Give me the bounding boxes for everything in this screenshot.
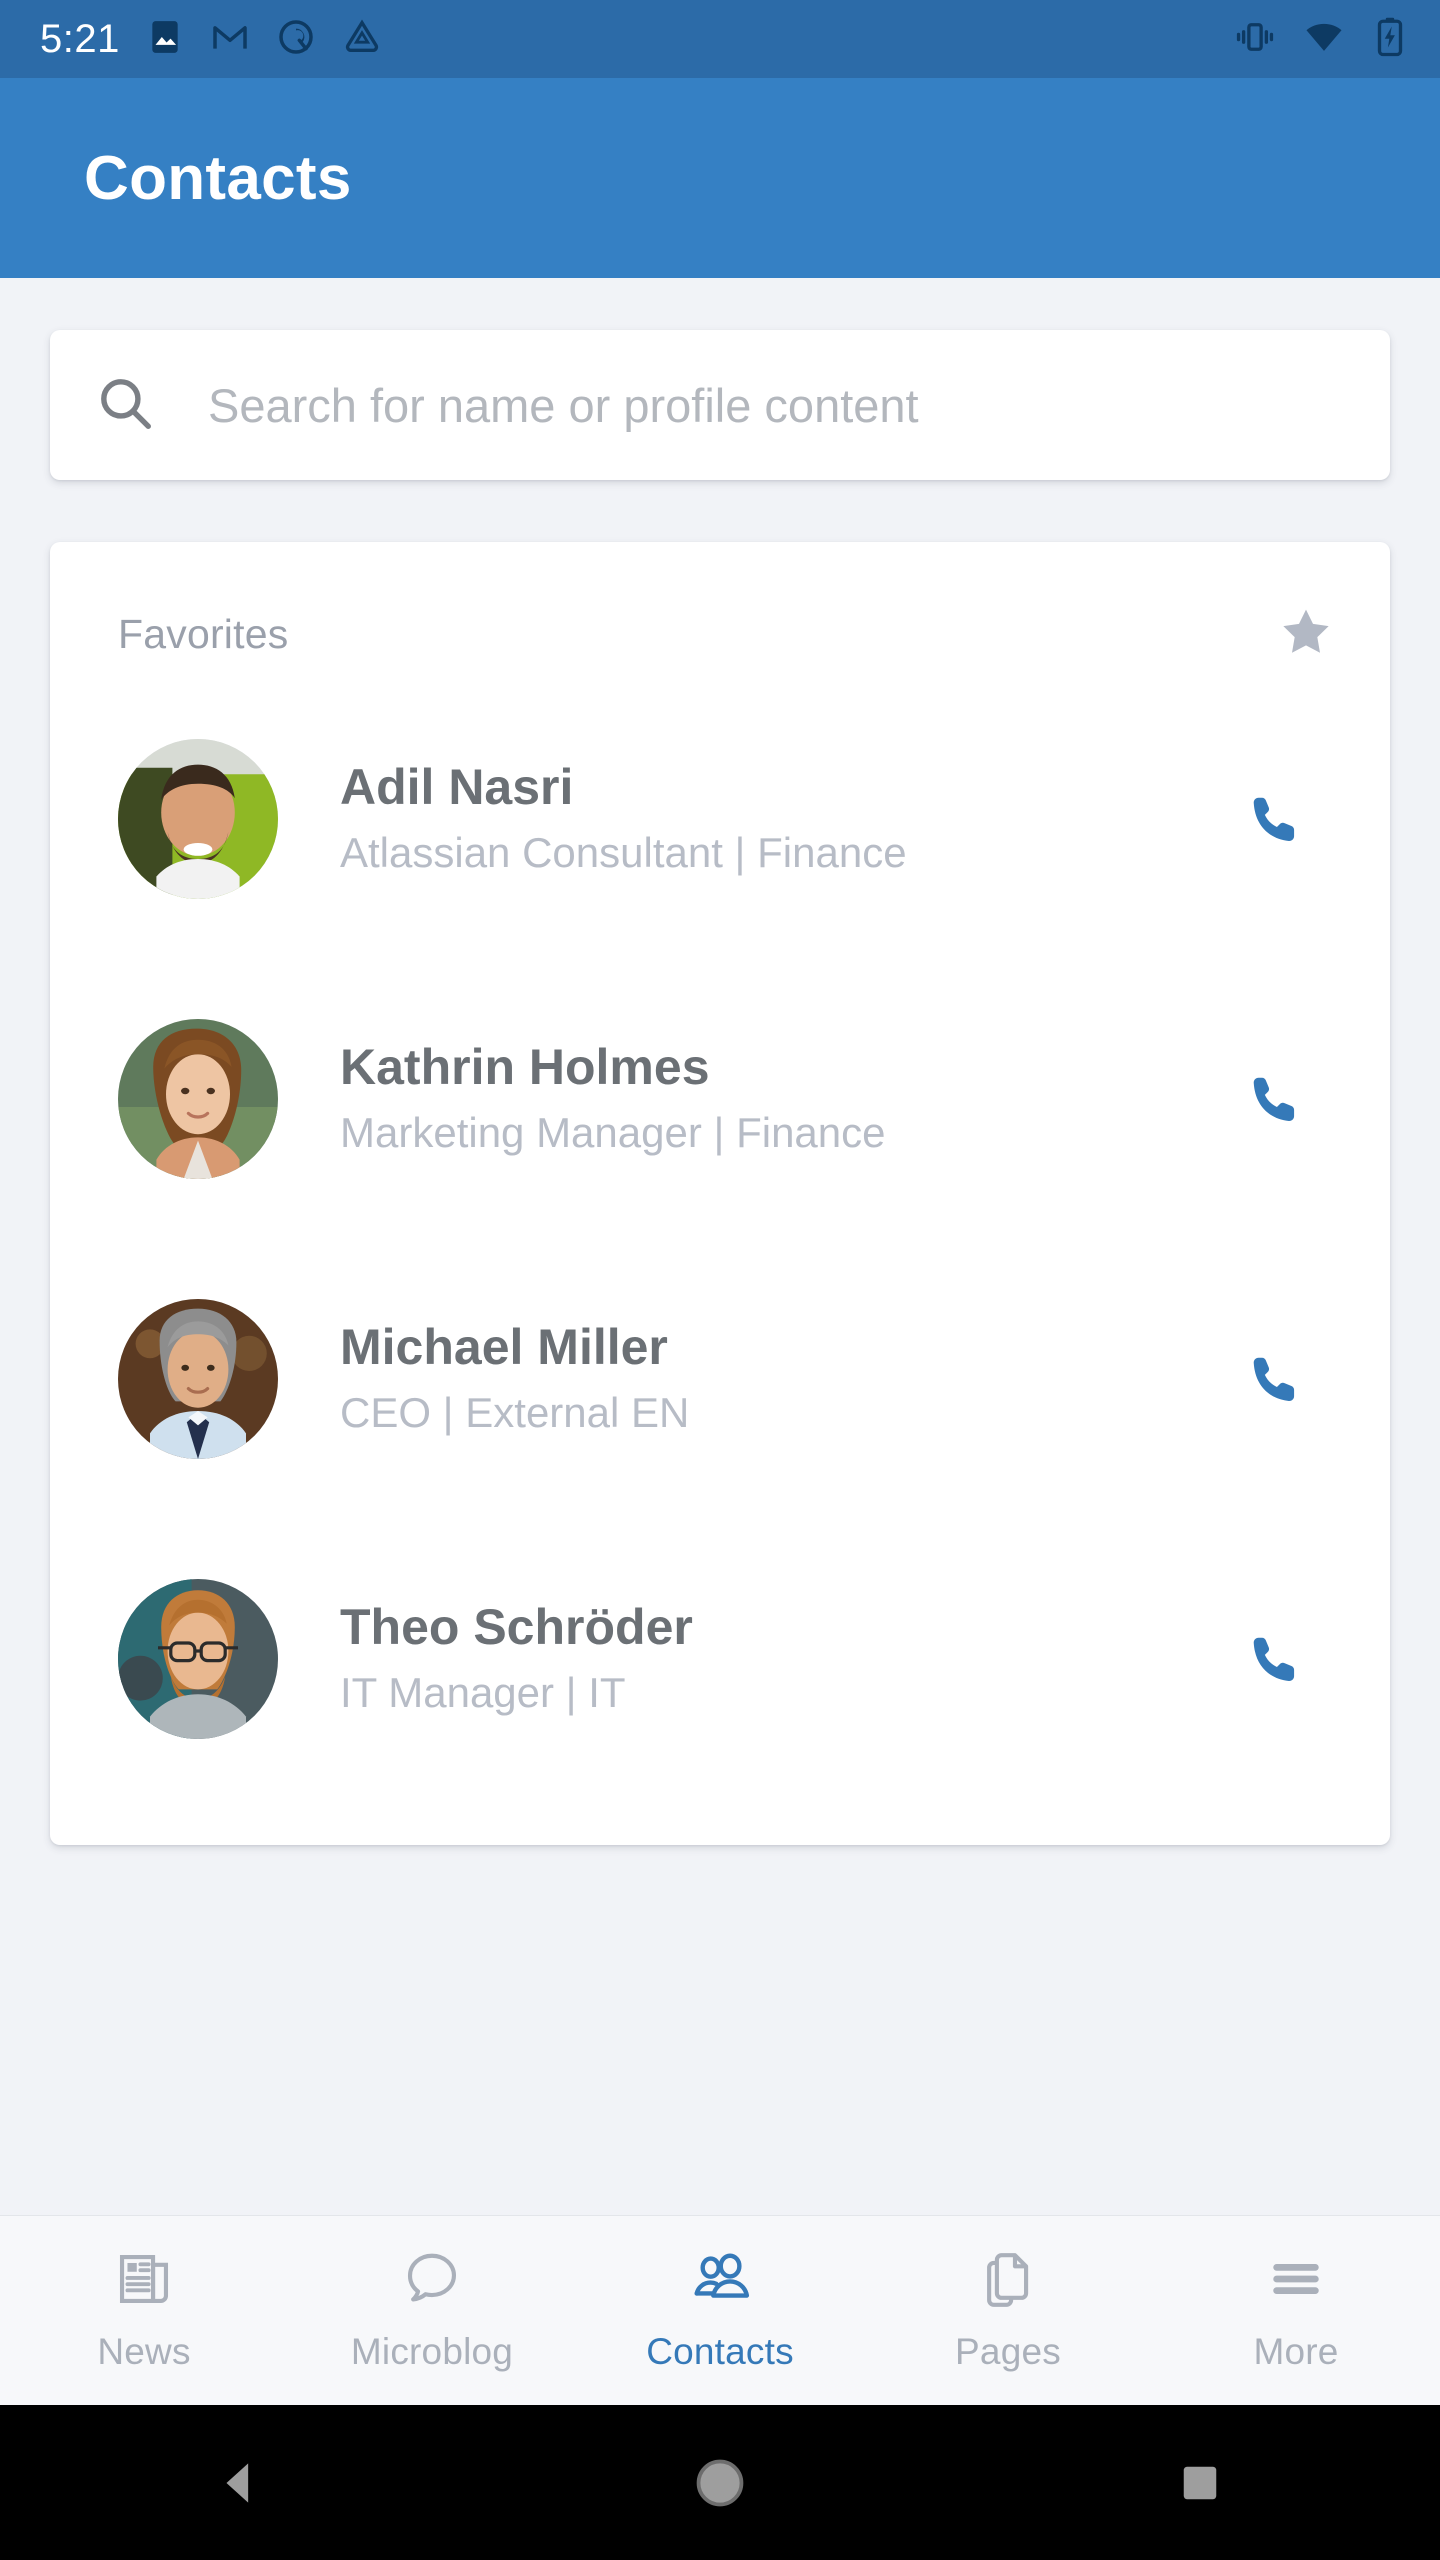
tab-more-label: More	[1253, 2331, 1339, 2372]
newspaper-icon	[113, 2248, 175, 2315]
tab-more[interactable]: More	[1152, 2248, 1440, 2373]
contact-subtitle: Marketing Manager | Finance	[340, 1108, 886, 1156]
phone-icon[interactable]	[1220, 1350, 1330, 1408]
tab-news[interactable]: News	[0, 2248, 288, 2373]
tab-contacts-label: Contacts	[646, 2331, 794, 2372]
contact-subtitle: IT Manager | IT	[340, 1668, 626, 1716]
table-row[interactable]: Kathrin Holmes Marketing Manager | Finan…	[50, 959, 1390, 1239]
search-input[interactable]	[208, 377, 1346, 433]
tab-pages-label: Pages	[955, 2331, 1061, 2372]
main-content: Favorites	[0, 278, 1440, 2215]
phone-icon[interactable]	[1220, 1630, 1330, 1688]
avatar	[118, 1579, 278, 1739]
image-icon	[146, 18, 184, 61]
contact-name: Theo Schröder	[340, 1598, 693, 1655]
contact-list: Adil Nasri Atlassian Consultant | Financ…	[50, 665, 1390, 1799]
favorites-card: Favorites Adil Nasri Atlassian Consultan…	[50, 542, 1390, 1845]
home-icon[interactable]	[480, 2455, 960, 2511]
bottom-navigation: News Microblog Contacts Pages More	[0, 2215, 1440, 2405]
search-bar[interactable]	[50, 330, 1390, 480]
favorites-title: Favorites	[118, 611, 289, 657]
avatar	[118, 1299, 278, 1459]
status-bar: 5:21	[0, 0, 1440, 78]
gmail-icon	[210, 17, 250, 62]
phone-screen: 5:21 Contacts Search for name or profile…	[0, 0, 1440, 2560]
vibrate-icon	[1234, 16, 1276, 63]
favorites-header: Favorites	[50, 542, 1390, 665]
page-title: Contacts	[84, 143, 352, 213]
status-time: 5:21	[40, 17, 120, 61]
table-row[interactable]: Theo Schröder IT Manager | IT	[50, 1519, 1390, 1799]
back-icon[interactable]	[0, 2455, 480, 2511]
tab-microblog[interactable]: Microblog	[288, 2248, 576, 2373]
recents-icon[interactable]	[960, 2458, 1440, 2508]
documents-icon	[977, 2248, 1039, 2315]
contact-subtitle: Atlassian Consultant | Finance	[340, 828, 907, 876]
tab-microblog-label: Microblog	[350, 2331, 514, 2372]
avatar	[118, 739, 278, 899]
contact-name: Adil Nasri	[340, 758, 574, 815]
contact-name: Kathrin Holmes	[340, 1038, 710, 1095]
app-bar: Contacts	[0, 78, 1440, 278]
circle-q-icon	[276, 17, 316, 62]
status-bar-left: 5:21	[40, 17, 382, 62]
system-navigation-bar	[0, 2405, 1440, 2560]
table-row[interactable]: Michael Miller CEO | External EN	[50, 1239, 1390, 1519]
tab-pages[interactable]: Pages	[864, 2248, 1152, 2373]
contact-info: Adil Nasri Atlassian Consultant | Financ…	[278, 758, 1220, 881]
tab-news-label: News	[97, 2331, 191, 2372]
contact-info: Kathrin Holmes Marketing Manager | Finan…	[278, 1038, 1220, 1161]
table-row[interactable]: Adil Nasri Atlassian Consultant | Financ…	[50, 679, 1390, 959]
people-icon	[689, 2248, 751, 2315]
phone-icon[interactable]	[1220, 790, 1330, 848]
phone-icon[interactable]	[1220, 1070, 1330, 1128]
contact-info: Theo Schröder IT Manager | IT	[278, 1598, 1220, 1721]
search-icon	[94, 372, 156, 439]
battery-charging-icon	[1372, 16, 1408, 63]
contact-name: Michael Miller	[340, 1318, 668, 1375]
speech-bubble-icon	[401, 2248, 463, 2315]
drive-triangle-icon	[342, 17, 382, 62]
star-filled-icon[interactable]	[1278, 604, 1334, 665]
avatar	[118, 1019, 278, 1179]
tab-contacts[interactable]: Contacts	[576, 2248, 864, 2373]
hamburger-icon	[1265, 2248, 1327, 2315]
wifi-icon	[1302, 15, 1346, 64]
status-bar-right	[1234, 15, 1408, 64]
contact-info: Michael Miller CEO | External EN	[278, 1318, 1220, 1441]
contact-subtitle: CEO | External EN	[340, 1388, 690, 1436]
